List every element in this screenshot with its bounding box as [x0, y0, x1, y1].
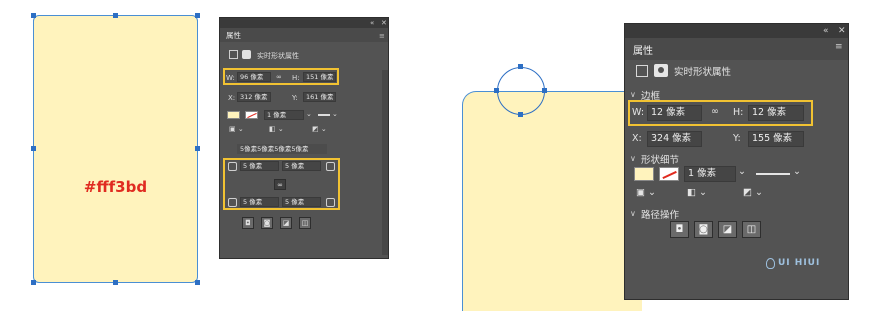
section-title: 实时形状属性 [674, 67, 732, 78]
rounded-rectangle-zoomed[interactable] [462, 91, 642, 311]
panel-titlebar [220, 18, 388, 28]
tab-properties[interactable]: 属性 [220, 28, 388, 42]
chevron-down-icon[interactable]: ∨ [630, 90, 636, 99]
fill-swatch[interactable] [634, 167, 654, 181]
stroke-swatch[interactable] [245, 111, 258, 119]
transform-icon [636, 65, 648, 77]
resize-handle[interactable] [518, 112, 523, 117]
chevron-down-icon[interactable]: ⌄ [738, 166, 746, 177]
resize-handle[interactable] [195, 13, 200, 18]
align-stroke-icon[interactable]: ▣ ⌄ [636, 187, 656, 198]
collapse-icon[interactable]: « [823, 25, 829, 37]
properties-panel-small: « ✕ 属性 ≡ 实时形状属性 W: 96 像素 ∞ H: 151 像素 X: … [219, 17, 389, 259]
path-ops-header[interactable]: 路径操作 [641, 207, 679, 221]
exclude-overlap-icon[interactable]: ◫ [299, 217, 311, 229]
stroke-style-icon[interactable] [318, 114, 330, 116]
cap-icon[interactable]: ◧ ⌄ [269, 125, 284, 133]
collapse-icon[interactable]: « [370, 18, 374, 28]
section-title: 实时形状属性 [257, 52, 299, 60]
shape-details-header[interactable]: 形状细节 [641, 152, 679, 166]
watermark: UI HIUI [778, 258, 821, 268]
resize-handle[interactable] [31, 146, 36, 151]
resize-handle[interactable] [542, 88, 547, 93]
watermark-logo-icon [766, 258, 775, 269]
highlight-box [628, 100, 813, 126]
y-label: Y: [733, 133, 741, 144]
combine-shapes-icon[interactable]: ◘ [670, 221, 689, 238]
chevron-down-icon[interactable]: ⌄ [306, 110, 312, 118]
x-label: X: [228, 94, 236, 102]
intersect-shape-icon[interactable]: ◪ [280, 217, 292, 229]
chevron-down-icon[interactable]: ∨ [630, 209, 636, 218]
corner-radius-indicator [497, 67, 545, 115]
x-field[interactable]: 312 像素 [237, 92, 271, 102]
y-field[interactable]: 161 像素 [303, 92, 336, 102]
corner-join-icon[interactable]: ◩ ⌄ [312, 125, 327, 133]
resize-handle[interactable] [113, 280, 118, 285]
resize-handle[interactable] [518, 64, 523, 69]
corner-join-icon[interactable]: ◩ ⌄ [743, 187, 763, 198]
align-stroke-icon[interactable]: ▣ ⌄ [229, 125, 244, 133]
exclude-overlap-icon[interactable]: ◫ [742, 221, 761, 238]
combine-shapes-icon[interactable]: ◘ [242, 217, 254, 229]
y-field[interactable]: 155 像素 [748, 131, 804, 147]
panel-menu-icon[interactable]: ≡ [379, 31, 385, 41]
highlight-box [223, 68, 339, 85]
chevron-down-icon[interactable]: ⌄ [793, 166, 801, 177]
transform-icon [229, 50, 238, 59]
chevron-down-icon[interactable]: ∨ [630, 154, 636, 163]
resize-handle[interactable] [494, 88, 499, 93]
stroke-width-field[interactable]: 1 像素 [684, 166, 736, 182]
stroke-style-icon[interactable] [756, 173, 790, 175]
subtract-shape-icon[interactable]: ◙ [261, 217, 273, 229]
tab-properties[interactable]: 属性 [625, 38, 848, 60]
x-field[interactable]: 324 像素 [647, 131, 702, 147]
panel-titlebar [625, 24, 848, 38]
resize-handle[interactable] [31, 280, 36, 285]
y-label: Y: [292, 94, 298, 102]
cap-icon[interactable]: ◧ ⌄ [687, 187, 707, 198]
x-label: X: [632, 133, 642, 144]
subtract-shape-icon[interactable]: ◙ [694, 221, 713, 238]
shape-icon [242, 50, 251, 59]
fill-color-label: #fff3bd [83, 178, 148, 196]
resize-handle[interactable] [195, 146, 200, 151]
shape-icon [654, 64, 668, 77]
stroke-swatch[interactable] [659, 167, 679, 181]
resize-handle[interactable] [31, 13, 36, 18]
chevron-down-icon[interactable]: ⌄ [332, 110, 338, 118]
rounded-rectangle-shape[interactable] [31, 13, 200, 285]
scrollbar[interactable] [382, 70, 388, 255]
close-icon[interactable]: ✕ [838, 25, 846, 37]
stroke-width-field[interactable]: 1 像素 [264, 110, 304, 120]
fill-swatch[interactable] [227, 111, 240, 119]
intersect-shape-icon[interactable]: ◪ [718, 221, 737, 238]
highlight-box [223, 158, 340, 210]
radius-summary: 5像素5像素5像素5像素 [237, 144, 327, 154]
resize-handle[interactable] [195, 280, 200, 285]
resize-handle[interactable] [113, 13, 118, 18]
close-icon[interactable]: ✕ [381, 18, 387, 28]
panel-menu-icon[interactable]: ≡ [835, 41, 843, 53]
